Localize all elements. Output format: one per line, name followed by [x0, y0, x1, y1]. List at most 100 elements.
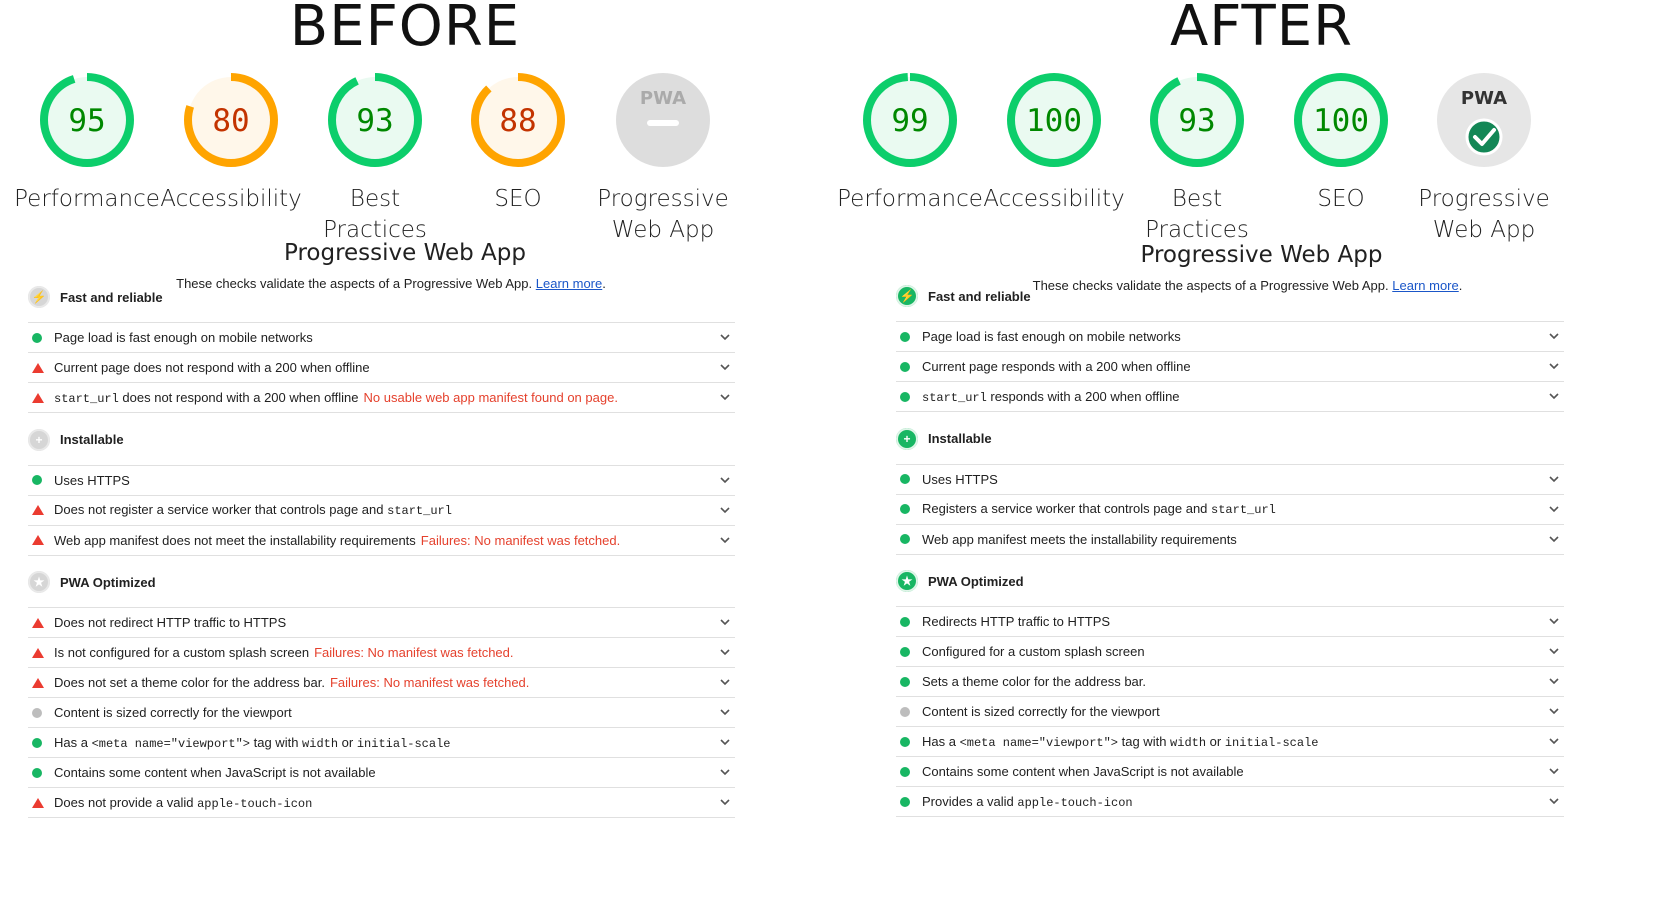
code-snippet: width [302, 736, 339, 751]
audit-row[interactable]: Page load is fast enough on mobile netwo… [896, 322, 1564, 352]
audit-row[interactable]: Does not provide a valid apple-touch-ico… [28, 788, 735, 818]
audit-row[interactable]: Has a <meta name="viewport"> tag with wi… [896, 727, 1564, 757]
failure-message: Failures: No manifest was fetched. [420, 532, 621, 548]
audit-title: start_url does not respond with a 200 wh… [54, 389, 618, 406]
gauge-label: Accessibility [160, 186, 302, 212]
audit-row[interactable]: Provides a valid apple-touch-icon [896, 787, 1564, 817]
chevron-down-icon[interactable] [719, 616, 731, 628]
gauge-performance[interactable]: 95 Performance [12, 70, 162, 215]
star-icon: ★ [28, 571, 50, 593]
audit-row[interactable]: Does not set a theme color for the addre… [28, 668, 735, 698]
chevron-down-icon[interactable] [1548, 765, 1560, 777]
chevron-down-icon[interactable] [1548, 705, 1560, 717]
gauge-accessibility[interactable]: 80 Accessibility [156, 70, 306, 215]
chevron-down-icon[interactable] [719, 534, 731, 546]
audit-title: Sets a theme color for the address bar. [922, 674, 1147, 689]
before-heading: BEFORE [289, 0, 521, 59]
gauge-progressive-web app[interactable]: PWA Progressive Web App [1409, 70, 1559, 246]
pass-dot-icon [28, 767, 54, 778]
chevron-down-icon[interactable] [1548, 795, 1560, 807]
score-gauge: 99 [863, 73, 957, 167]
gauge-best-practices[interactable]: 93 Best Practices [300, 70, 450, 246]
chevron-down-icon[interactable] [1548, 675, 1560, 687]
audit-title: Page load is fast enough on mobile netwo… [922, 329, 1181, 344]
pass-dot-icon [28, 475, 54, 485]
audit-group-header: ★ PWA Optimized [28, 567, 735, 597]
audit-row[interactable]: Web app manifest does not meet the insta… [28, 526, 735, 556]
audit-group-fast-and-reliable: ⚡ Fast and reliable Page load is fast enou… [896, 281, 1564, 412]
audit-row[interactable]: Content is sized correctly for the viewp… [28, 698, 735, 728]
audit-row[interactable]: Redirects HTTP traffic to HTTPS [896, 607, 1564, 637]
chevron-down-icon[interactable] [1548, 735, 1560, 747]
audit-row[interactable]: Content is sized correctly for the viewp… [896, 697, 1564, 727]
audit-row[interactable]: Configured for a custom splash screen [896, 637, 1564, 667]
chevron-down-icon[interactable] [719, 646, 731, 658]
audit-title: Does not set a theme color for the addre… [54, 675, 530, 690]
audit-row[interactable]: Is not configured for a custom splash sc… [28, 638, 735, 668]
chevron-down-icon[interactable] [1548, 615, 1560, 627]
audit-row[interactable]: Sets a theme color for the address bar. [896, 667, 1564, 697]
chevron-down-icon[interactable] [1548, 330, 1560, 342]
pass-dot-icon [896, 361, 922, 372]
chevron-down-icon[interactable] [719, 504, 731, 516]
audit-row[interactable]: Web app manifest meets the installabilit… [896, 525, 1564, 555]
audit-row[interactable]: Current page does not respond with a 200… [28, 353, 735, 383]
score-gauge: 93 [1150, 73, 1244, 167]
chevron-down-icon[interactable] [719, 796, 731, 808]
score-gauge: 95 [40, 73, 134, 167]
pass-dot-icon [896, 331, 922, 342]
audit-row[interactable]: Does not register a service worker that … [28, 496, 735, 526]
gauge-progressive-web app[interactable]: PWA Progressive Web App [588, 70, 738, 246]
gauge-accessibility[interactable]: 100 Accessibility [979, 70, 1129, 215]
audit-row[interactable]: Does not redirect HTTP traffic to HTTPS [28, 608, 735, 638]
gauge-performance[interactable]: 99 Performance [835, 70, 985, 215]
audit-row[interactable]: Has a <meta name="viewport"> tag with wi… [28, 728, 735, 758]
audit-row[interactable]: Page load is fast enough on mobile netwo… [28, 323, 735, 353]
gauge-best-practices[interactable]: 93 Best Practices [1122, 70, 1272, 246]
chevron-down-icon[interactable] [1548, 473, 1560, 485]
chevron-down-icon[interactable] [1548, 390, 1560, 402]
audit-group-title: PWA Optimized [928, 573, 1024, 589]
chevron-down-icon[interactable] [719, 706, 731, 718]
score-value: 88 [499, 103, 536, 139]
gauge-seo[interactable]: 88 SEO [443, 70, 593, 215]
chevron-down-icon[interactable] [719, 361, 731, 373]
chevron-down-icon[interactable] [1548, 645, 1560, 657]
code-snippet: width [1170, 735, 1207, 750]
chevron-down-icon[interactable] [719, 474, 731, 486]
chevron-down-icon[interactable] [1548, 533, 1560, 545]
audit-list: Page load is fast enough on mobile netwo… [896, 321, 1564, 412]
chevron-down-icon[interactable] [719, 331, 731, 343]
pass-dot-icon [896, 504, 922, 514]
gauge-label: Accessibility [983, 186, 1125, 212]
score-gauge: 100 [1294, 73, 1388, 167]
audit-row[interactable]: Uses HTTPS [28, 466, 735, 496]
audit-group-title: Installable [928, 431, 992, 446]
fail-triangle-icon [28, 617, 54, 628]
audit-row[interactable]: Contains some content when JavaScript is… [28, 758, 735, 788]
audit-row[interactable]: start_url responds with a 200 when offli… [896, 382, 1564, 412]
audit-group-title: Installable [60, 432, 124, 447]
chevron-down-icon[interactable] [719, 391, 731, 403]
audit-row[interactable]: Uses HTTPS [896, 465, 1564, 495]
chevron-down-icon[interactable] [719, 736, 731, 748]
score-value: 100 [1313, 103, 1369, 139]
audit-row[interactable]: start_url does not respond with a 200 wh… [28, 383, 735, 413]
plus-icon: + [896, 427, 918, 450]
audit-row[interactable]: Contains some content when JavaScript is… [896, 757, 1564, 787]
gauge-seo[interactable]: 100 SEO [1266, 70, 1416, 215]
pwa-badge: PWA [1437, 73, 1531, 167]
code-snippet: start_url [387, 504, 452, 518]
audit-title: Current page does not respond with a 200… [54, 360, 370, 375]
after-heading: AFTER [1169, 0, 1354, 59]
chevron-down-icon[interactable] [719, 676, 731, 688]
section-title: Progressive Web App [283, 240, 526, 266]
audit-title: Uses HTTPS [922, 471, 998, 487]
chevron-down-icon[interactable] [719, 766, 731, 778]
gauge-label: Progressive Web App [597, 186, 729, 243]
pass-dot-icon [896, 736, 922, 747]
audit-row[interactable]: Registers a service worker that controls… [896, 495, 1564, 525]
audit-row[interactable]: Current page responds with a 200 when of… [896, 352, 1564, 382]
chevron-down-icon[interactable] [1548, 503, 1560, 515]
chevron-down-icon[interactable] [1548, 360, 1560, 372]
